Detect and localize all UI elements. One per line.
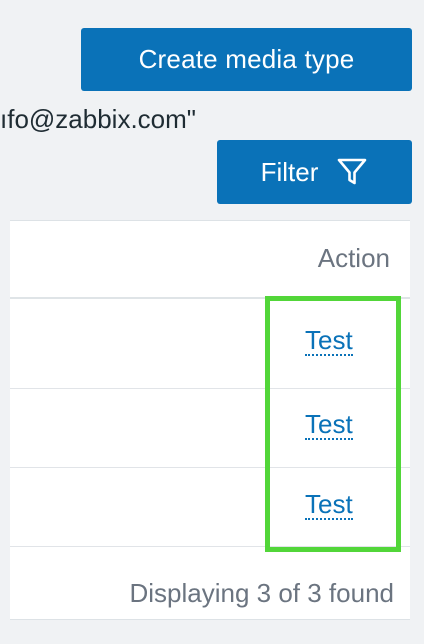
funnel-icon [336, 156, 368, 188]
filter-button[interactable]: Filter [217, 140, 412, 204]
column-header-action: Action [317, 243, 390, 273]
create-media-type-label: Create media type [138, 44, 355, 74]
create-media-type-button[interactable]: Create media type [81, 28, 412, 91]
filter-label: Filter [260, 156, 319, 187]
table-cell-value: ıfo@zabbix.com" [0, 104, 197, 134]
displaying-count: Displaying 3 of 3 found [129, 578, 394, 608]
table-header: Action [10, 221, 410, 299]
test-link[interactable]: Test [305, 326, 353, 356]
test-link[interactable]: Test [305, 410, 353, 440]
page: Create media type Filter Action ıfo@zabb… [0, 0, 424, 644]
test-link[interactable]: Test [305, 490, 353, 520]
